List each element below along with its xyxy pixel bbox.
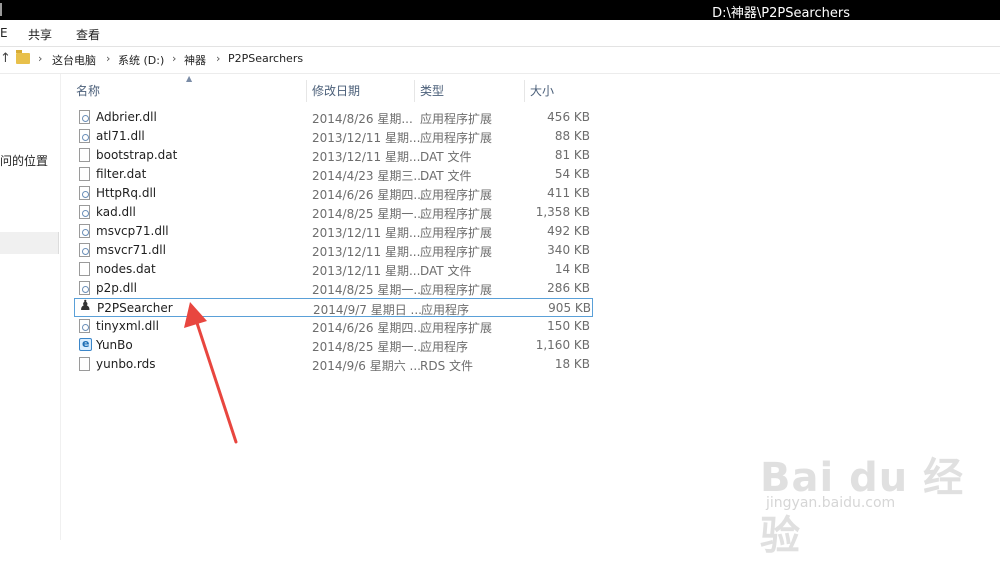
arrow-head (184, 302, 207, 328)
watermark-url: jingyan.baidu.com (766, 495, 896, 511)
arrow-shaft (195, 321, 238, 444)
baidu-watermark: Bai du 经验 jingyan.baidu.com (760, 445, 990, 559)
